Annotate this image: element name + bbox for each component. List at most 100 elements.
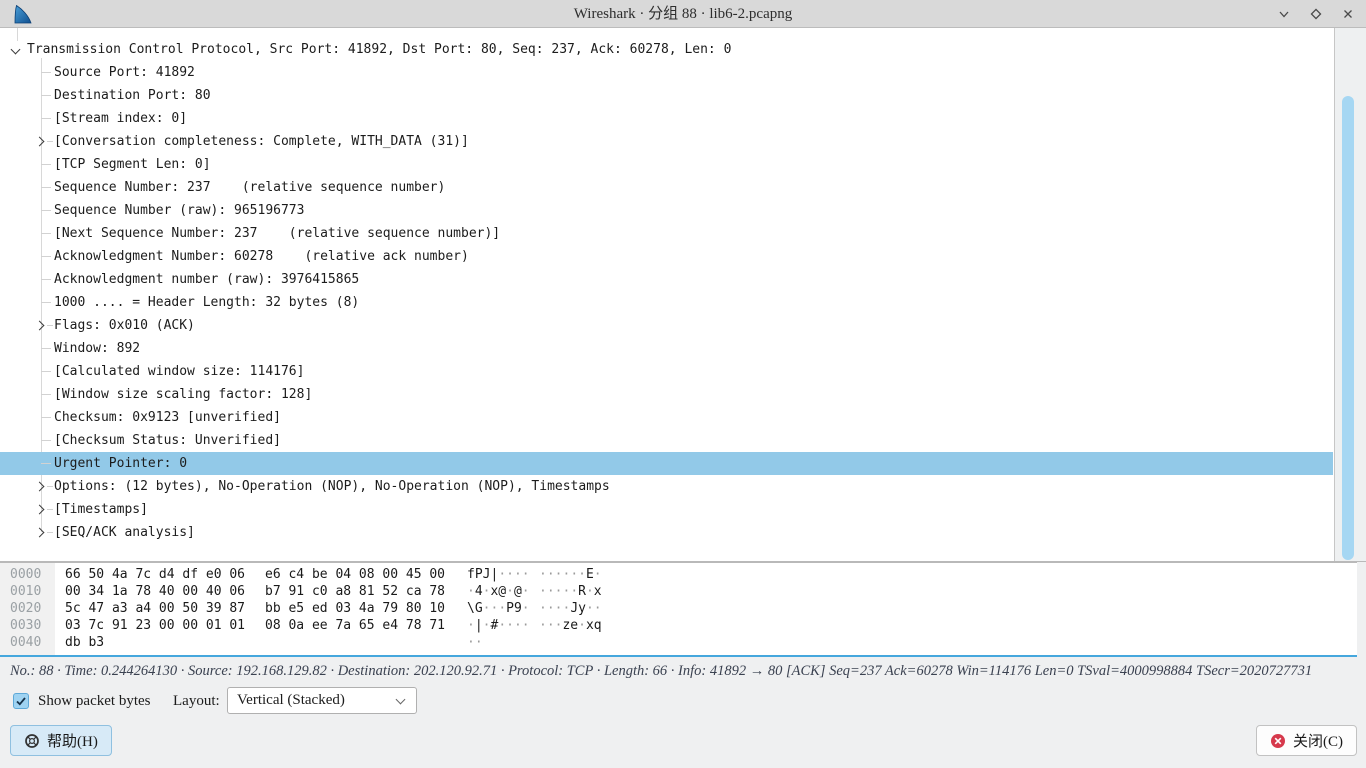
tree-branch-tick xyxy=(41,72,51,73)
hex-row[interactable]: 0000 66 50 4a 7c d4 df e0 06 e6 c4 be 04… xyxy=(0,566,1357,583)
tree-row[interactable]: Window: 892 xyxy=(0,337,1333,360)
tree-row[interactable]: Sequence Number (raw): 965196773 xyxy=(0,199,1333,222)
hex-bytes[interactable]: 66 50 4a 7c d4 df e0 06 xyxy=(65,566,245,583)
tree-branch-tick xyxy=(41,164,51,165)
hex-bytes[interactable]: 03 7c 91 23 00 00 01 01 xyxy=(65,617,245,634)
hex-ascii[interactable]: ····Jy·· xyxy=(539,600,602,617)
vertical-scrollbar[interactable] xyxy=(1334,28,1366,561)
hex-ascii[interactable]: ·· xyxy=(467,634,531,651)
layout-label: Layout: xyxy=(173,686,220,716)
tree-branch-tick xyxy=(47,141,53,142)
tree-row-label: [Window size scaling factor: 128] xyxy=(0,383,1333,406)
tree-branch-tick xyxy=(41,95,51,96)
tree-row[interactable]: [Calculated window size: 114176] xyxy=(0,360,1333,383)
hex-ascii[interactable]: ·|·#···· xyxy=(467,617,531,634)
hex-bytes[interactable]: 5c 47 a3 a4 00 50 39 87 xyxy=(65,600,245,617)
window-titlebar: Wireshark · 分组 88 · lib6-2.pcapng xyxy=(0,0,1366,28)
tree-row[interactable]: Urgent Pointer: 0 xyxy=(0,452,1333,475)
tree-row[interactable]: [Conversation completeness: Complete, WI… xyxy=(0,130,1333,153)
hex-bytes[interactable]: e6 c4 be 04 08 00 45 00 xyxy=(265,566,445,583)
hex-row[interactable]: 0020 5c 47 a3 a4 00 50 39 87 bb e5 ed 03… xyxy=(0,600,1357,617)
tree-row[interactable]: [Next Sequence Number: 237 (relative seq… xyxy=(0,222,1333,245)
close-button-label: 关闭(C) xyxy=(1293,730,1343,751)
tree-row-label: [Timestamps] xyxy=(0,498,1333,521)
tree-row-label: [Stream index: 0] xyxy=(0,107,1333,130)
tree-branch-tick xyxy=(41,463,51,464)
hex-row[interactable]: 0040 db b3 ·· xyxy=(0,634,1357,651)
close-dialog-button[interactable]: 关闭(C) xyxy=(1256,725,1357,756)
tree-branch-tick xyxy=(41,302,51,303)
tree-branch-tick xyxy=(41,256,51,257)
minimize-button[interactable] xyxy=(1276,6,1292,22)
tree-branch-tick xyxy=(47,486,53,487)
hex-bytes[interactable]: db b3 xyxy=(65,634,245,651)
tree-row-label: [Next Sequence Number: 237 (relative seq… xyxy=(0,222,1333,245)
tree-branch-tick xyxy=(41,348,51,349)
tree-row-label: Flags: 0x010 (ACK) xyxy=(0,314,1333,337)
tree-row-label: Transmission Control Protocol, Src Port:… xyxy=(0,38,1333,61)
hex-row[interactable]: 0030 03 7c 91 23 00 00 01 01 08 0a ee 7a… xyxy=(0,617,1357,634)
red-close-icon xyxy=(1270,733,1286,749)
close-icon xyxy=(1341,7,1355,21)
hex-ascii[interactable]: ······E· xyxy=(539,566,602,583)
maximize-button[interactable] xyxy=(1308,6,1324,22)
show-packet-bytes-checkbox[interactable] xyxy=(13,693,29,709)
tree-row[interactable]: [TCP Segment Len: 0] xyxy=(0,153,1333,176)
tree-row[interactable]: [Checksum Status: Unverified] xyxy=(0,429,1333,452)
packet-bytes-pane: 0000 66 50 4a 7c d4 df e0 06 e6 c4 be 04… xyxy=(0,562,1357,657)
tree-row-label: Options: (12 bytes), No-Operation (NOP),… xyxy=(0,475,1333,498)
window-title: Wireshark · 分组 88 · lib6-2.pcapng xyxy=(0,0,1366,28)
dialog-controls: Show packet bytes Layout: Vertical (Stac… xyxy=(0,686,1366,716)
help-button-label: 帮助(H) xyxy=(47,730,98,751)
tree-branch-tick xyxy=(41,417,51,418)
tree-branch-tick xyxy=(47,532,53,533)
tree-row-label: Source Port: 41892 xyxy=(0,61,1333,84)
tree-row[interactable]: [Stream index: 0] xyxy=(0,107,1333,130)
tree-row[interactable]: Checksum: 0x9123 [unverified] xyxy=(0,406,1333,429)
tree-row[interactable]: Acknowledgment Number: 60278 (relative a… xyxy=(0,245,1333,268)
hex-bytes[interactable]: b7 91 c0 a8 81 52 ca 78 xyxy=(265,583,445,600)
help-icon xyxy=(24,733,40,749)
tree-row[interactable]: 1000 .... = Header Length: 32 bytes (8) xyxy=(0,291,1333,314)
tree-row[interactable]: Acknowledgment number (raw): 3976415865 xyxy=(0,268,1333,291)
close-window-button[interactable] xyxy=(1340,6,1356,22)
hex-ascii[interactable]: \G···P9· xyxy=(467,600,531,617)
layout-select[interactable]: Vertical (Stacked) xyxy=(227,687,417,714)
tree-row[interactable]: [Window size scaling factor: 128] xyxy=(0,383,1333,406)
hex-row[interactable]: 0010 00 34 1a 78 40 00 40 06 b7 91 c0 a8… xyxy=(0,583,1357,600)
tree-branch-tick xyxy=(41,210,51,211)
tree-row[interactable]: [Timestamps] xyxy=(0,498,1333,521)
tree-branch-tick xyxy=(41,118,51,119)
help-button[interactable]: 帮助(H) xyxy=(10,725,112,756)
scrollbar-thumb[interactable] xyxy=(1342,96,1354,560)
tree-row[interactable]: Flags: 0x010 (ACK) xyxy=(0,314,1333,337)
tree-row[interactable]: [SEQ/ACK analysis] xyxy=(0,521,1333,544)
hex-offset: 0040 xyxy=(0,634,55,651)
tree-branch-tick xyxy=(41,394,51,395)
packet-summary-line: No.: 88 · Time: 0.244264130 · Source: 19… xyxy=(0,657,1366,686)
checkmark-icon xyxy=(15,695,27,707)
chevron-down-icon xyxy=(396,695,406,705)
hex-bytes[interactable]: 00 34 1a 78 40 00 40 06 xyxy=(65,583,245,600)
tree-row[interactable]: Transmission Control Protocol, Src Port:… xyxy=(0,38,1333,61)
tree-row[interactable]: Sequence Number: 237 (relative sequence … xyxy=(0,176,1333,199)
tree-row-label: [SEQ/ACK analysis] xyxy=(0,521,1333,544)
hex-bytes[interactable]: bb e5 ed 03 4a 79 80 10 xyxy=(265,600,445,617)
tree-row[interactable]: Options: (12 bytes), No-Operation (NOP),… xyxy=(0,475,1333,498)
tree-row[interactable]: Source Port: 41892 xyxy=(0,61,1333,84)
tree-row-label: Urgent Pointer: 0 xyxy=(0,452,1333,475)
hex-ascii[interactable]: ·4·x@·@· xyxy=(467,583,531,600)
hex-offset: 0030 xyxy=(0,617,55,634)
tree-branch-tick xyxy=(41,440,51,441)
tree-row-label: Acknowledgment Number: 60278 (relative a… xyxy=(0,245,1333,268)
chevron-down-icon xyxy=(1277,7,1291,21)
tree-branch-tick xyxy=(41,187,51,188)
hex-bytes[interactable] xyxy=(265,634,445,651)
tree-row[interactable]: Destination Port: 80 xyxy=(0,84,1333,107)
hex-bytes[interactable]: 08 0a ee 7a 65 e4 78 71 xyxy=(265,617,445,634)
hex-ascii[interactable]: fPJ|···· xyxy=(467,566,531,583)
hex-ascii[interactable]: ···ze·xq xyxy=(539,617,602,634)
hex-ascii[interactable]: ·····R·x xyxy=(539,583,602,600)
hex-offset: 0020 xyxy=(0,600,55,617)
tree-branch-tick xyxy=(41,279,51,280)
